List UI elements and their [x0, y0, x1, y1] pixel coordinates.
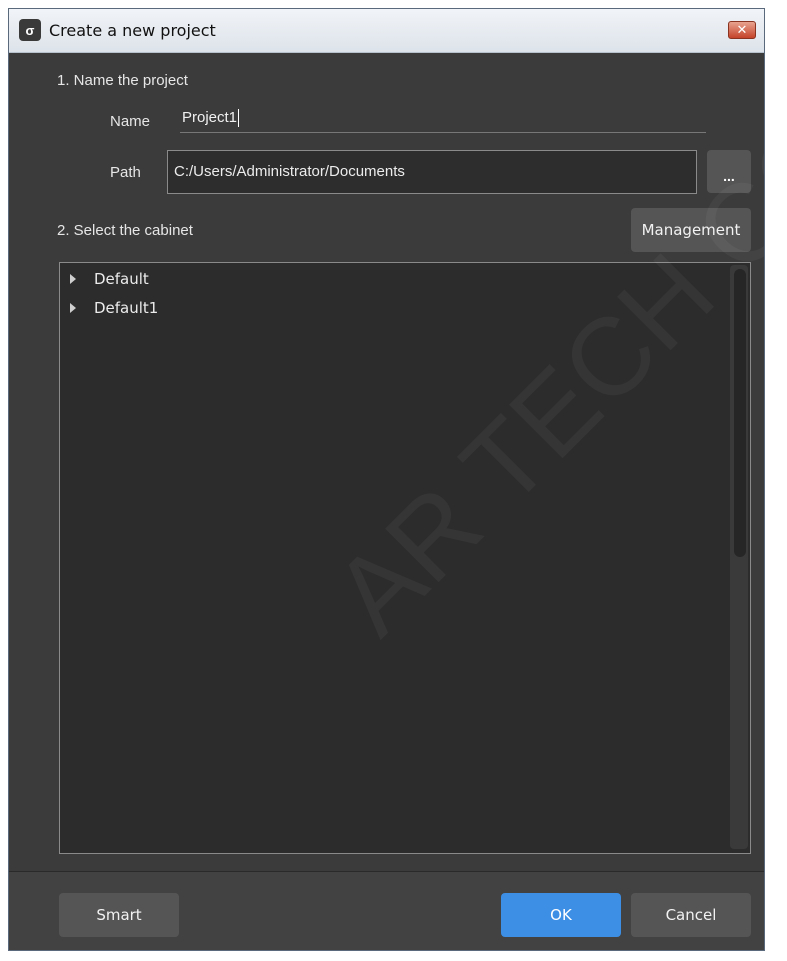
section-cabinet-heading: 2. Select the cabinet [57, 222, 193, 239]
browse-button[interactable]: ... [707, 150, 751, 193]
project-name-value: Project1 [182, 109, 238, 126]
create-project-dialog: σ Create a new project ✕ 1. Name the pro… [8, 8, 765, 951]
expand-arrow-icon[interactable] [70, 303, 76, 313]
ok-button[interactable]: OK [501, 893, 621, 937]
dialog-footer: Smart OK Cancel [9, 872, 764, 950]
scrollbar-thumb[interactable] [734, 269, 746, 557]
close-button[interactable]: ✕ [728, 21, 756, 39]
cancel-button[interactable]: Cancel [631, 893, 751, 937]
path-label: Path [110, 164, 141, 181]
management-button[interactable]: Management [631, 208, 751, 252]
cabinet-tree[interactable]: Default Default1 [59, 262, 751, 854]
window-title: Create a new project [49, 21, 216, 40]
section-name-heading: 1. Name the project [57, 72, 188, 89]
vertical-scrollbar[interactable] [730, 265, 748, 849]
tree-item-default1[interactable]: Default1 [70, 297, 158, 319]
title-bar[interactable]: σ Create a new project ✕ [9, 9, 764, 53]
project-path-input[interactable]: C:/Users/Administrator/Documents [167, 150, 697, 194]
text-caret [238, 109, 240, 128]
project-name-input[interactable]: Project1 [180, 109, 706, 133]
tree-item-label: Default [94, 270, 149, 288]
expand-arrow-icon[interactable] [70, 274, 76, 284]
tree-item-label: Default1 [94, 299, 159, 317]
app-icon: σ [19, 19, 41, 41]
name-label: Name [110, 113, 151, 130]
tree-item-default[interactable]: Default [70, 268, 149, 290]
smart-button[interactable]: Smart [59, 893, 179, 937]
